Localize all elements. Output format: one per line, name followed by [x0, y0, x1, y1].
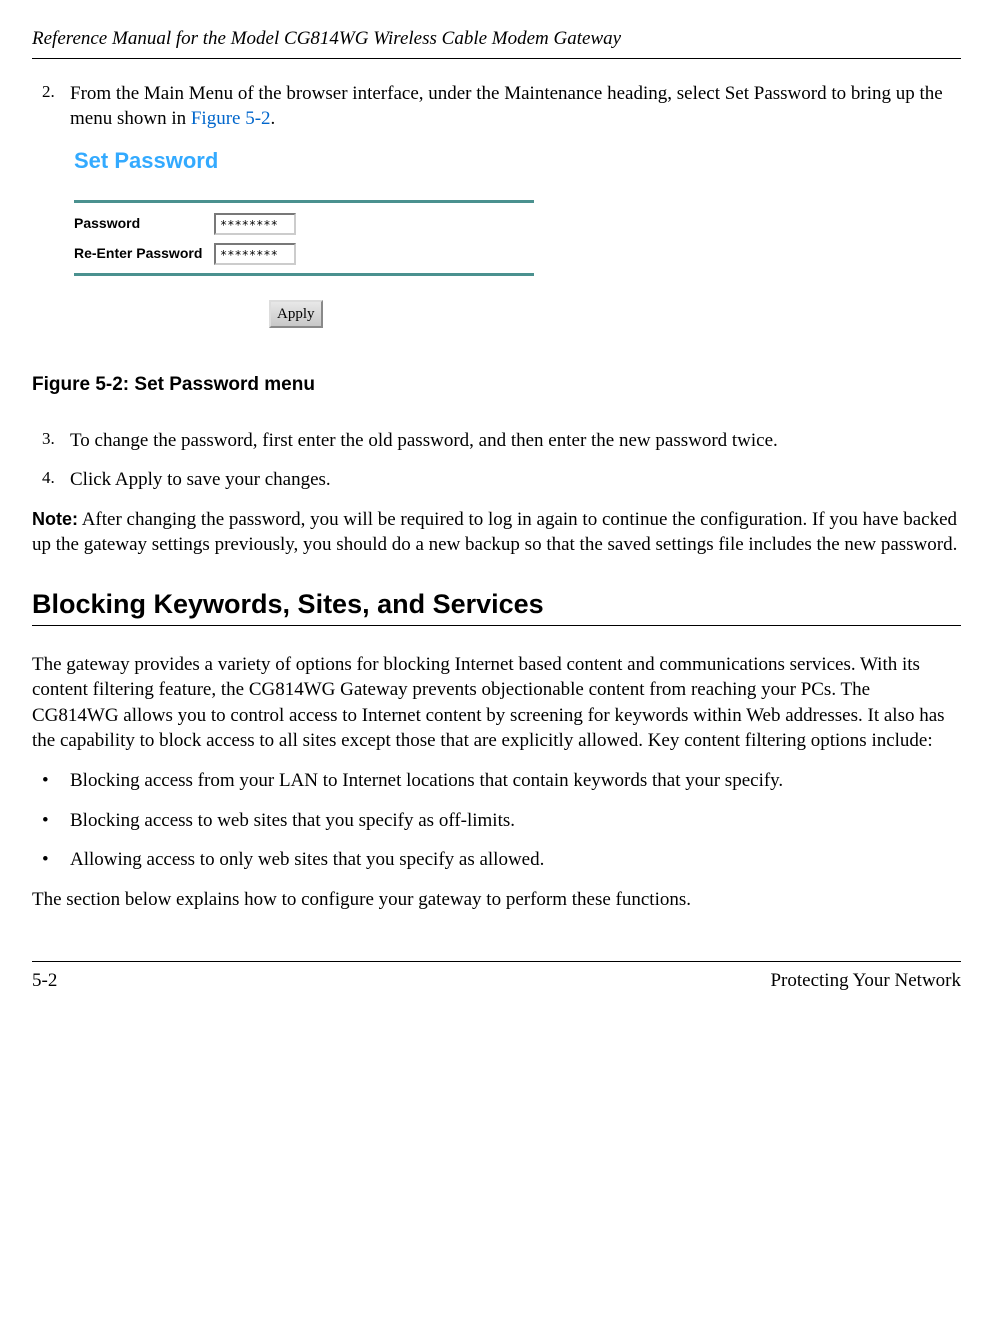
footer-page-number: 5-2 [32, 968, 57, 994]
password-label: Password [74, 214, 214, 233]
page-header: Reference Manual for the Model CG814WG W… [32, 26, 961, 59]
reenter-password-row: Re-Enter Password ******** [74, 243, 961, 265]
apply-button[interactable]: Apply [269, 300, 323, 328]
bullet-text: Blocking access to web sites that you sp… [70, 808, 961, 834]
bullet-2: • Blocking access to web sites that you … [42, 808, 961, 834]
step-4: 4. Click Apply to save your changes. [42, 467, 961, 493]
divider-bottom [74, 273, 534, 276]
note-text: After changing the password, you will be… [32, 509, 957, 556]
step2-text-after: . [271, 108, 276, 129]
step-number: 4. [42, 467, 70, 493]
step-2: 2. From the Main Menu of the browser int… [42, 81, 961, 132]
reenter-password-label: Re-Enter Password [74, 244, 214, 263]
step-number: 2. [42, 81, 70, 132]
page-footer: 5-2 Protecting Your Network [32, 961, 961, 994]
footer-chapter-title: Protecting Your Network [770, 968, 961, 994]
divider-top [74, 200, 534, 203]
figure-title: Set Password [74, 146, 961, 176]
bullet-text: Blocking access from your LAN to Interne… [70, 768, 961, 794]
section-intro: The gateway provides a variety of option… [32, 652, 961, 755]
step-text: From the Main Menu of the browser interf… [70, 81, 961, 132]
figure-link[interactable]: Figure 5-2 [191, 108, 271, 129]
figure-block: Set Password Password ******** Re-Enter … [74, 146, 961, 328]
reenter-password-input[interactable]: ******** [214, 243, 296, 265]
password-input[interactable]: ******** [214, 213, 296, 235]
bullet-3: • Allowing access to only web sites that… [42, 847, 961, 873]
section-rule [32, 625, 961, 626]
step-number: 3. [42, 428, 70, 454]
figure-caption: Figure 5-2: Set Password menu [32, 372, 961, 398]
password-row: Password ******** [74, 213, 961, 235]
section-heading: Blocking Keywords, Sites, and Services [32, 586, 961, 622]
step-text: To change the password, first enter the … [70, 428, 961, 454]
bullet-1: • Blocking access from your LAN to Inter… [42, 768, 961, 794]
bullet-dot: • [42, 808, 70, 834]
step-text: Click Apply to save your changes. [70, 467, 961, 493]
step-3: 3. To change the password, first enter t… [42, 428, 961, 454]
bullet-dot: • [42, 847, 70, 873]
bullet-dot: • [42, 768, 70, 794]
note-label: Note: [32, 509, 78, 529]
section-outro: The section below explains how to config… [32, 887, 961, 913]
note-paragraph: Note: After changing the password, you w… [32, 507, 961, 558]
bullet-text: Allowing access to only web sites that y… [70, 847, 961, 873]
